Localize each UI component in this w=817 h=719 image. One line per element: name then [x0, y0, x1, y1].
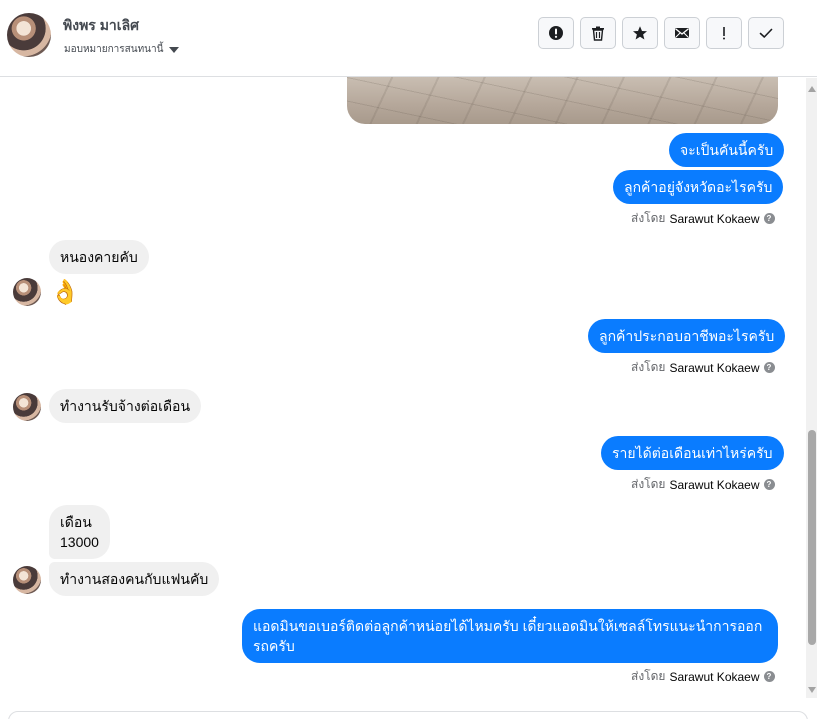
conversation-actions: [538, 17, 784, 49]
delete-button[interactable]: [580, 17, 616, 49]
messenger-conversation: พิงพร มาเลิศ มอบหมายการสนทนานี้ จะเป็นคั…: [0, 0, 817, 719]
scrollbar-thumb[interactable]: [808, 430, 816, 645]
help-icon[interactable]: ?: [763, 213, 775, 224]
assign-conversation-label: มอบหมายการสนทนานี้: [64, 44, 164, 55]
contact-avatar: [13, 566, 41, 594]
sent-by-prefix: ส่งโดย: [631, 211, 666, 225]
contact-avatar: [13, 278, 41, 306]
scroll-up-arrow-icon[interactable]: [808, 86, 816, 92]
incoming-message: เดือน 13000: [49, 505, 110, 559]
sent-by-caption: ส่งโดย Sarawut Kokaew ?: [631, 475, 775, 494]
help-icon[interactable]: ?: [763, 671, 775, 682]
outgoing-message: จะเป็นคันนี้ครับ: [669, 133, 785, 167]
sender-name: Sarawut Kokaew: [669, 360, 760, 375]
star-icon: [633, 26, 647, 40]
incoming-message: หนองคายคับ: [49, 240, 149, 274]
help-icon[interactable]: ?: [763, 362, 775, 373]
caret-down-icon: [169, 46, 180, 53]
incoming-message: ทำงานสองคนกับแฟนคับ: [49, 562, 220, 596]
mark-done-button[interactable]: [748, 17, 784, 49]
check-icon: [759, 28, 773, 38]
sent-by-prefix: ส่งโดย: [631, 477, 666, 491]
sent-by-caption: ส่งโดย Sarawut Kokaew ?: [631, 209, 775, 228]
ok-hand-emoji-message: 👌: [50, 279, 80, 306]
outgoing-message: รายได้ต่อเดือนเท่าไหร่ครับ: [601, 436, 784, 470]
sent-by-caption: ส่งโดย Sarawut Kokaew ?: [631, 667, 775, 686]
conversation-header: พิงพร มาเลิศ มอบหมายการสนทนานี้: [0, 0, 817, 77]
sender-name: Sarawut Kokaew: [669, 477, 760, 492]
exclamation-icon: [723, 27, 725, 40]
alert-circle-icon: [549, 26, 563, 40]
mark-spam-button[interactable]: [538, 17, 574, 49]
envelope-icon: [675, 28, 689, 38]
contact-name: พิงพร มาเลิศ: [63, 17, 140, 33]
star-button[interactable]: [622, 17, 658, 49]
contact-avatar[interactable]: [7, 13, 51, 57]
sent-by-prefix: ส่งโดย: [631, 360, 666, 374]
sent-by-prefix: ส่งโดย: [631, 669, 666, 683]
contact-avatar: [13, 393, 41, 421]
outgoing-message: ลูกค้าประกอบอาชีพอะไรครับ: [588, 319, 786, 353]
sender-name: Sarawut Kokaew: [669, 669, 760, 684]
trash-icon: [592, 26, 604, 41]
follow-up-button[interactable]: [706, 17, 742, 49]
message-composer[interactable]: [8, 711, 808, 719]
sent-by-caption: ส่งโดย Sarawut Kokaew ?: [631, 358, 775, 377]
scroll-down-arrow-icon[interactable]: [808, 687, 816, 693]
incoming-message: ทำงานรับจ้างต่อเดือน: [49, 389, 202, 423]
help-icon[interactable]: ?: [763, 479, 775, 490]
shared-photo[interactable]: [347, 77, 778, 124]
sender-name: Sarawut Kokaew: [669, 211, 760, 226]
assign-conversation-dropdown[interactable]: มอบหมายการสนทนานี้: [64, 42, 180, 57]
outgoing-message: แอดมินขอเบอร์ติดต่อลูกค้าหน่อยได้ไหมครับ…: [242, 609, 778, 663]
mark-unread-button[interactable]: [664, 17, 700, 49]
outgoing-message: ลูกค้าอยู่จังหวัดอะไรครับ: [613, 170, 784, 204]
